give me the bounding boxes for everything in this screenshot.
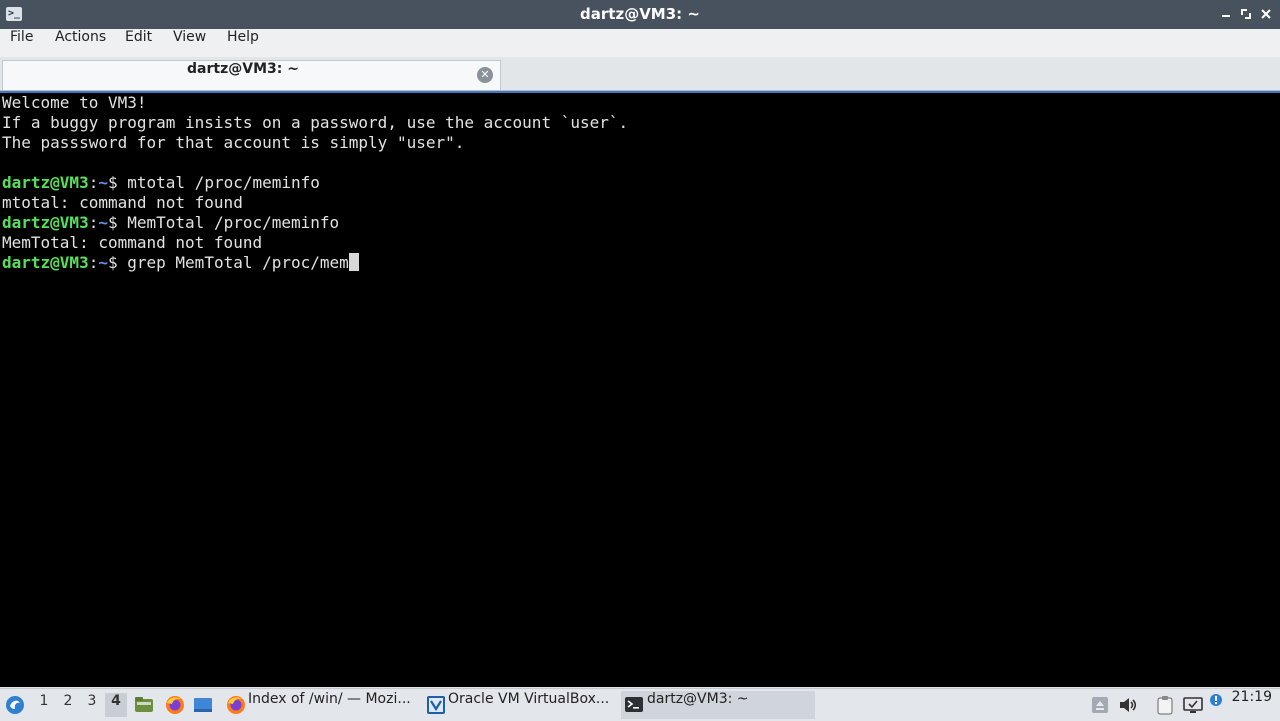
text-cursor: [348, 253, 359, 271]
file-manager-icon: [135, 697, 153, 712]
notification-icon: [1210, 694, 1222, 706]
prompt-sep: :: [88, 173, 99, 192]
prompt-symbol: $: [107, 253, 128, 272]
desktop-icon: [194, 698, 212, 712]
window-title: dartz@VM3: ~: [580, 5, 700, 23]
tab-label: dartz@VM3: ~: [187, 61, 299, 77]
start-menu-icon: [6, 696, 24, 714]
volume-icon: [1120, 698, 1137, 712]
motd-line: Welcome to VM3!: [2, 93, 147, 112]
tray-clipboard[interactable]: [1156, 695, 1174, 719]
prompt-sep: :: [88, 213, 99, 232]
workspace-2[interactable]: 2: [57, 693, 79, 717]
prompt-path: ~: [98, 253, 108, 272]
taskbar: 1 2 3 4 Index of /win/ — Mozi... Oracle …: [0, 688, 1280, 721]
menu-view[interactable]: View: [173, 29, 206, 57]
clock[interactable]: 21:19: [1232, 689, 1272, 705]
prompt-line: dartz@VM3:~$ mtotal /proc/meminfo: [2, 173, 628, 193]
command-text: mtotal /proc/meminfo: [127, 173, 320, 192]
start-menu-button[interactable]: [4, 694, 26, 720]
task-virtualbox[interactable]: Oracle VM VirtualBox...: [422, 691, 618, 719]
prompt-symbol: $: [107, 173, 128, 192]
prompt-sep: :: [88, 253, 99, 272]
drive-icon: [1092, 697, 1108, 713]
workspace-3[interactable]: 3: [81, 693, 103, 717]
current-input[interactable]: grep MemTotal /proc/mem: [127, 253, 349, 272]
menu-actions[interactable]: Actions: [55, 29, 106, 57]
close-circle-icon[interactable]: ✕: [477, 67, 493, 83]
monitor-icon: [1183, 697, 1203, 713]
maximize-button[interactable]: [1238, 6, 1254, 22]
prompt-line-current: dartz@VM3:~$ grep MemTotal /proc/mem: [2, 253, 628, 273]
virtualbox-icon: [427, 696, 445, 714]
tray-drive[interactable]: [1091, 695, 1109, 719]
tab-terminal[interactable]: dartz@VM3: ~ ✕: [2, 60, 501, 90]
close-button[interactable]: [1258, 6, 1274, 22]
prompt-path: ~: [98, 173, 108, 192]
command-text: MemTotal /proc/meminfo: [127, 213, 340, 232]
output-line: MemTotal: command not found: [2, 233, 263, 252]
menu-edit[interactable]: Edit: [125, 29, 152, 57]
workspace-1[interactable]: 1: [33, 693, 55, 717]
terminal-icon: [625, 697, 643, 712]
menu-file[interactable]: File: [10, 29, 33, 57]
launcher-file-manager[interactable]: [134, 695, 154, 719]
workspace-4[interactable]: 4: [105, 693, 127, 717]
firefox-icon: [166, 696, 184, 714]
tray-volume[interactable]: [1118, 695, 1138, 719]
maximize-icon: [1241, 9, 1251, 19]
prompt-user: dartz@VM3: [2, 173, 89, 192]
menu-bar: File Actions Edit View Help: [0, 29, 1280, 57]
tab-bar: dartz@VM3: ~ ✕: [0, 57, 1280, 91]
terminal-view[interactable]: Welcome to VM3! If a buggy program insis…: [0, 91, 1280, 687]
menu-help[interactable]: Help: [227, 29, 259, 57]
task-terminal[interactable]: dartz@VM3: ~: [621, 691, 815, 719]
task-firefox[interactable]: Index of /win/ — Mozi...: [222, 691, 418, 719]
firefox-icon: [227, 696, 245, 714]
prompt-symbol: $: [107, 213, 128, 232]
task-label: Oracle VM VirtualBox...: [448, 691, 610, 707]
clipboard-icon: [1157, 696, 1173, 715]
task-label: dartz@VM3: ~: [647, 691, 749, 707]
launcher-firefox[interactable]: [164, 694, 186, 720]
prompt-user: dartz@VM3: [2, 253, 89, 272]
motd-line: The passsword for that account is simply…: [2, 133, 465, 152]
minimize-icon: [1222, 15, 1230, 17]
title-bar: >_ dartz@VM3: ~: [0, 0, 1280, 29]
prompt-path: ~: [98, 213, 108, 232]
tray-monitor[interactable]: [1183, 695, 1203, 719]
prompt-user: dartz@VM3: [2, 213, 89, 232]
prompt-line: dartz@VM3:~$ MemTotal /proc/meminfo: [2, 213, 628, 233]
close-icon: [1261, 9, 1271, 19]
tray-notification[interactable]: [1208, 692, 1224, 712]
launcher-desktop[interactable]: [193, 695, 213, 719]
minimize-button[interactable]: [1218, 6, 1234, 22]
task-label: Index of /win/ — Mozi...: [248, 691, 411, 707]
motd-line: If a buggy program insists on a password…: [2, 113, 629, 132]
output-line: mtotal: command not found: [2, 193, 243, 212]
